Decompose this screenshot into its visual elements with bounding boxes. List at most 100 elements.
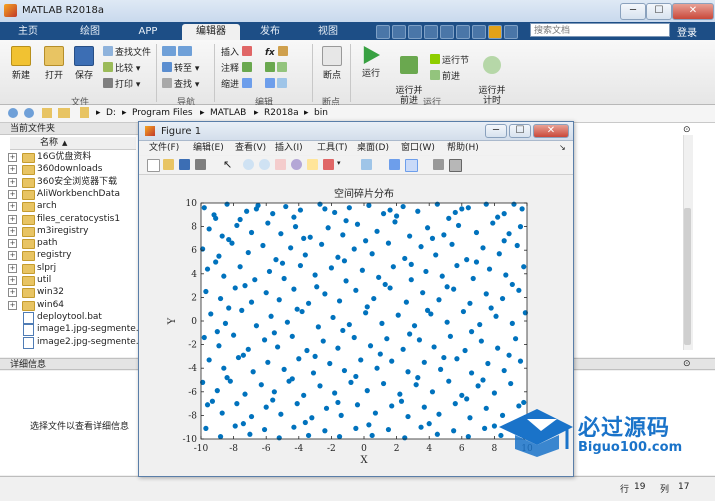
- panel-menu-icon[interactable]: ⊙: [683, 125, 692, 135]
- breadcrumb-matlab[interactable]: MATLAB: [210, 108, 246, 118]
- more-icon[interactable]: [504, 25, 518, 39]
- tab-home[interactable]: 主页: [8, 24, 48, 40]
- expand-icon[interactable]: +: [8, 239, 17, 249]
- expand-icon[interactable]: +: [8, 276, 17, 285]
- tab-apps[interactable]: APP: [128, 24, 168, 40]
- tab-plots[interactable]: 绘图: [70, 24, 110, 40]
- advance-button[interactable]: 前进: [430, 70, 460, 82]
- figure-close-button[interactable]: ✕: [533, 124, 569, 138]
- zoom-out-icon[interactable]: [259, 159, 270, 170]
- folder-row[interactable]: + win64: [0, 299, 138, 311]
- file-row[interactable]: image2.jpg-segmente...: [0, 336, 144, 349]
- goto-button[interactable]: 转至 ▾: [162, 62, 199, 74]
- data-cursor-icon[interactable]: [307, 159, 318, 170]
- back-arrow-icon[interactable]: [8, 108, 18, 118]
- close-button[interactable]: ✕: [672, 3, 714, 20]
- maximize-button[interactable]: ☐: [646, 3, 672, 20]
- folder-row[interactable]: + m3iregistry: [0, 225, 138, 237]
- folder-row[interactable]: + slprj: [0, 262, 138, 274]
- expand-icon[interactable]: +: [8, 251, 17, 261]
- menu-tools[interactable]: 工具(T): [317, 141, 348, 155]
- folder-row[interactable]: +360安全浏览器下载: [0, 176, 138, 188]
- expand-icon[interactable]: +: [8, 202, 17, 212]
- zoom-in-icon[interactable]: [243, 159, 254, 170]
- brush-dropdown-icon[interactable]: ▾: [337, 159, 348, 170]
- menu-help[interactable]: 帮助(H): [447, 141, 479, 155]
- expand-icon[interactable]: +: [8, 263, 17, 273]
- link-plot-icon[interactable]: [361, 159, 372, 170]
- quick-save-icon[interactable]: [376, 25, 390, 39]
- compare-button[interactable]: 比较 ▾: [103, 62, 140, 74]
- pan-icon[interactable]: [275, 159, 286, 170]
- quick-switch-icon[interactable]: [472, 25, 486, 39]
- minimize-button[interactable]: ─: [620, 3, 646, 20]
- forward-arrow-icon[interactable]: [24, 108, 34, 118]
- quick-cut-icon[interactable]: [392, 25, 406, 39]
- folder-row[interactable]: + path: [0, 237, 138, 250]
- menu-insert[interactable]: 插入(I): [275, 141, 303, 155]
- breadcrumb-program-files[interactable]: Program Files: [132, 108, 193, 118]
- percent-button[interactable]: [265, 62, 289, 74]
- folder-row[interactable]: + files_ceratocystis1: [0, 213, 138, 225]
- save-figure-icon[interactable]: [179, 159, 190, 170]
- rotate-icon[interactable]: [291, 159, 302, 170]
- folder-row[interactable]: +360downloads: [0, 163, 138, 176]
- file-row[interactable]: deploytool.bat: [0, 311, 138, 324]
- menu-view[interactable]: 查看(V): [235, 141, 266, 155]
- menu-file[interactable]: 文件(F): [149, 141, 179, 155]
- quick-redo-icon[interactable]: [456, 25, 470, 39]
- folder-row[interactable]: + registry: [0, 249, 138, 262]
- open-file-icon[interactable]: [163, 159, 174, 170]
- expand-icon[interactable]: +: [8, 288, 17, 298]
- search-input[interactable]: 搜索文档: [530, 23, 670, 37]
- breadcrumb-bin[interactable]: bin: [314, 108, 328, 118]
- login-button[interactable]: 登录: [677, 24, 697, 39]
- breakpoints-button[interactable]: 断点: [318, 46, 346, 81]
- hide-plot-tools-icon[interactable]: [433, 159, 444, 170]
- tab-view[interactable]: 视图: [308, 24, 348, 40]
- run-section-button[interactable]: 运行节: [430, 54, 469, 66]
- breadcrumb-r2018a[interactable]: R2018a: [264, 108, 299, 118]
- folder-row[interactable]: +16G优盘资料: [0, 151, 138, 163]
- details-menu-icon[interactable]: ⊙: [683, 359, 691, 369]
- folder-row[interactable]: + arch: [0, 200, 138, 213]
- expand-icon[interactable]: +: [8, 226, 17, 236]
- file-row[interactable]: image1.jpg-segmente...: [0, 323, 144, 337]
- new-button[interactable]: 新建: [6, 46, 36, 81]
- print-button[interactable]: 打印 ▾: [103, 78, 140, 90]
- folder-row[interactable]: + win32: [0, 286, 138, 299]
- figure-maximize-button[interactable]: ☐: [509, 124, 531, 138]
- indent-tools[interactable]: [265, 78, 289, 90]
- tab-editor[interactable]: 编辑器: [182, 24, 240, 40]
- show-plot-tools-icon[interactable]: [449, 159, 462, 172]
- expand-icon[interactable]: +: [8, 165, 17, 175]
- tab-publish[interactable]: 发布: [250, 24, 290, 40]
- figure-title-bar[interactable]: Figure 1 ─ ☐ ✕: [139, 122, 573, 141]
- scrollbar-thumb[interactable]: [684, 208, 691, 345]
- expand-icon[interactable]: +: [8, 177, 17, 187]
- browse-folder-icon[interactable]: [58, 108, 70, 118]
- breadcrumb-drive[interactable]: D:: [106, 108, 116, 118]
- figure-minimize-button[interactable]: ─: [485, 124, 507, 138]
- help-icon[interactable]: [488, 25, 502, 39]
- menu-desktop[interactable]: 桌面(D): [357, 141, 389, 155]
- indent-button[interactable]: 缩进: [221, 78, 254, 90]
- fx-button[interactable]: fx: [265, 46, 290, 58]
- up-folder-icon[interactable]: [42, 108, 52, 118]
- new-figure-icon[interactable]: [147, 159, 160, 172]
- run-button[interactable]: 运行: [356, 46, 386, 79]
- expand-icon[interactable]: +: [8, 153, 17, 162]
- run-and-time-button[interactable]: 运行并 计时: [476, 46, 508, 106]
- pointer-icon[interactable]: ↖: [223, 159, 234, 170]
- expand-icon[interactable]: +: [8, 189, 17, 199]
- back-forward-nav[interactable]: [162, 46, 194, 58]
- folder-row[interactable]: + util: [0, 274, 138, 286]
- find-files-button[interactable]: 查找文件: [103, 46, 151, 58]
- menu-edit[interactable]: 编辑(E): [193, 141, 224, 155]
- expand-icon[interactable]: +: [8, 300, 17, 310]
- print-figure-icon[interactable]: [195, 159, 206, 170]
- quick-copy-icon[interactable]: [408, 25, 422, 39]
- find-button[interactable]: 查找 ▾: [162, 78, 199, 90]
- quick-undo-icon[interactable]: [440, 25, 454, 39]
- comment-button[interactable]: 注释: [221, 62, 254, 74]
